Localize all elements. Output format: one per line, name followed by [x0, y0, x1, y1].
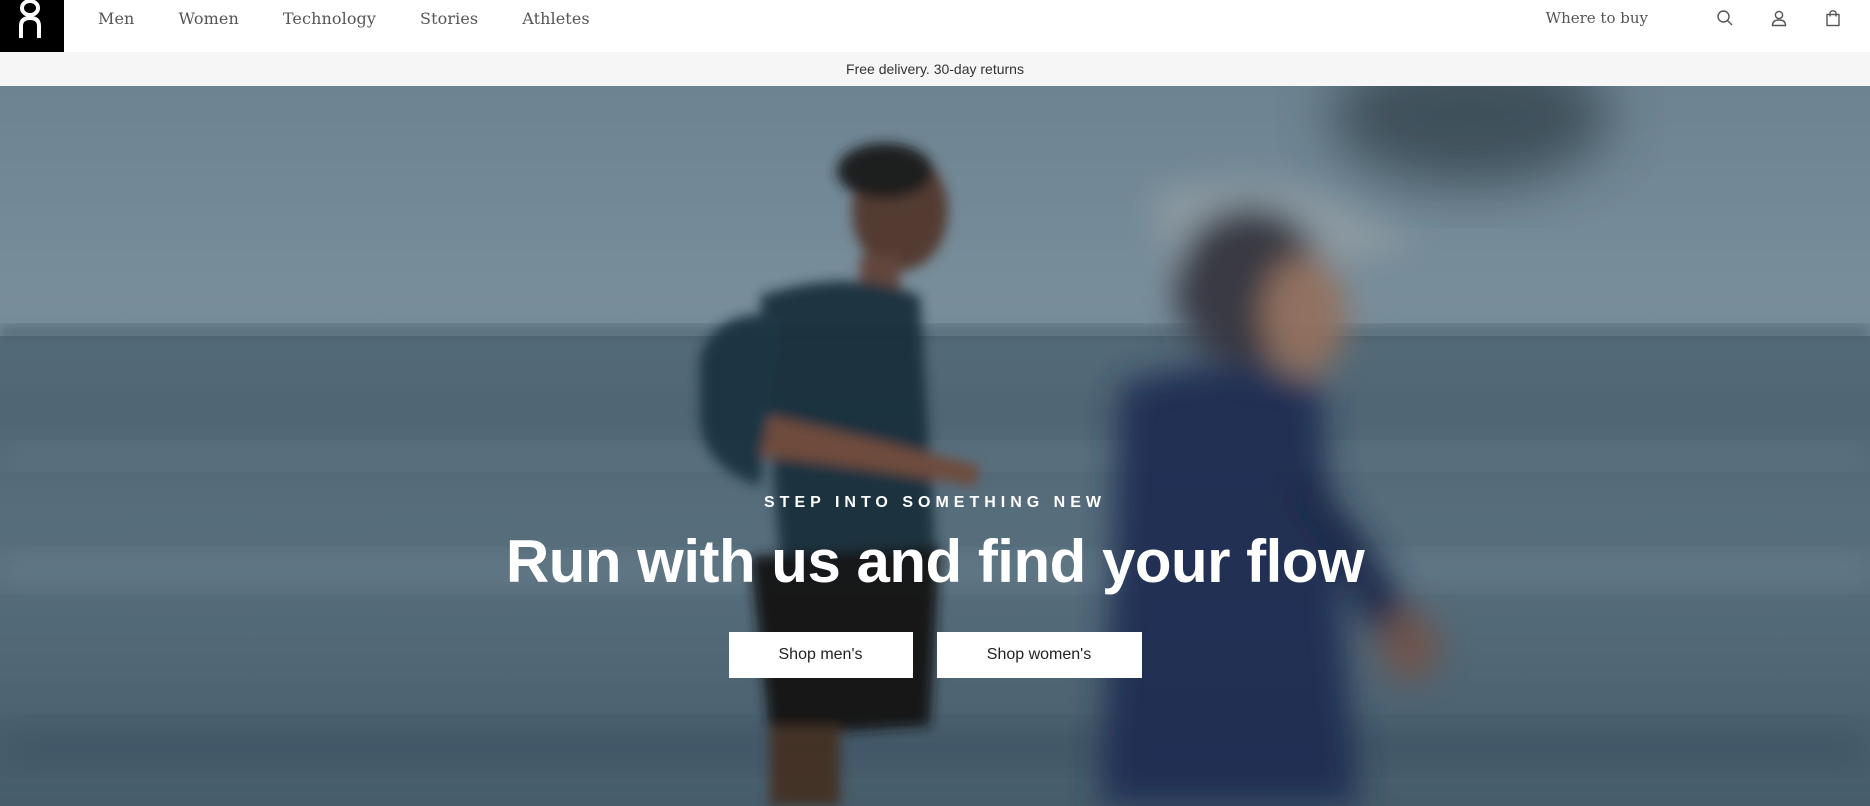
hero-headline: Run with us and find your flow [505, 528, 1365, 595]
search-icon[interactable] [1714, 7, 1736, 29]
header-utilities: Where to buy [1546, 0, 1844, 52]
cart-icon[interactable] [1822, 7, 1844, 29]
nav-item-athletes[interactable]: Athletes [522, 9, 590, 28]
hero-eyebrow: STEP INTO SOMETHING NEW [764, 494, 1106, 511]
hero-content: STEP INTO SOMETHING NEW Run with us and … [0, 86, 1870, 806]
promo-bar: Free delivery. 30-day returns [0, 52, 1870, 86]
account-icon[interactable] [1768, 7, 1790, 29]
nav-item-technology[interactable]: Technology [283, 9, 376, 28]
on-logo-icon[interactable] [0, 0, 64, 52]
site-header: Men Women Technology Stories Athletes Wh… [0, 0, 1870, 52]
promo-text: Free delivery. 30-day returns [846, 61, 1024, 77]
nav-item-stories[interactable]: Stories [420, 9, 478, 28]
nav-item-men[interactable]: Men [98, 9, 134, 28]
hero-banner: STEP INTO SOMETHING NEW Run with us and … [0, 86, 1870, 806]
nav-item-women[interactable]: Women [178, 9, 238, 28]
shop-womens-button[interactable]: Shop women's [936, 632, 1142, 678]
hero-cta-row: Shop men's Shop women's [0, 632, 1870, 678]
shop-mens-button[interactable]: Shop men's [728, 632, 913, 678]
main-nav: Men Women Technology Stories Athletes [98, 0, 634, 52]
where-to-buy-link[interactable]: Where to buy [1546, 9, 1648, 27]
